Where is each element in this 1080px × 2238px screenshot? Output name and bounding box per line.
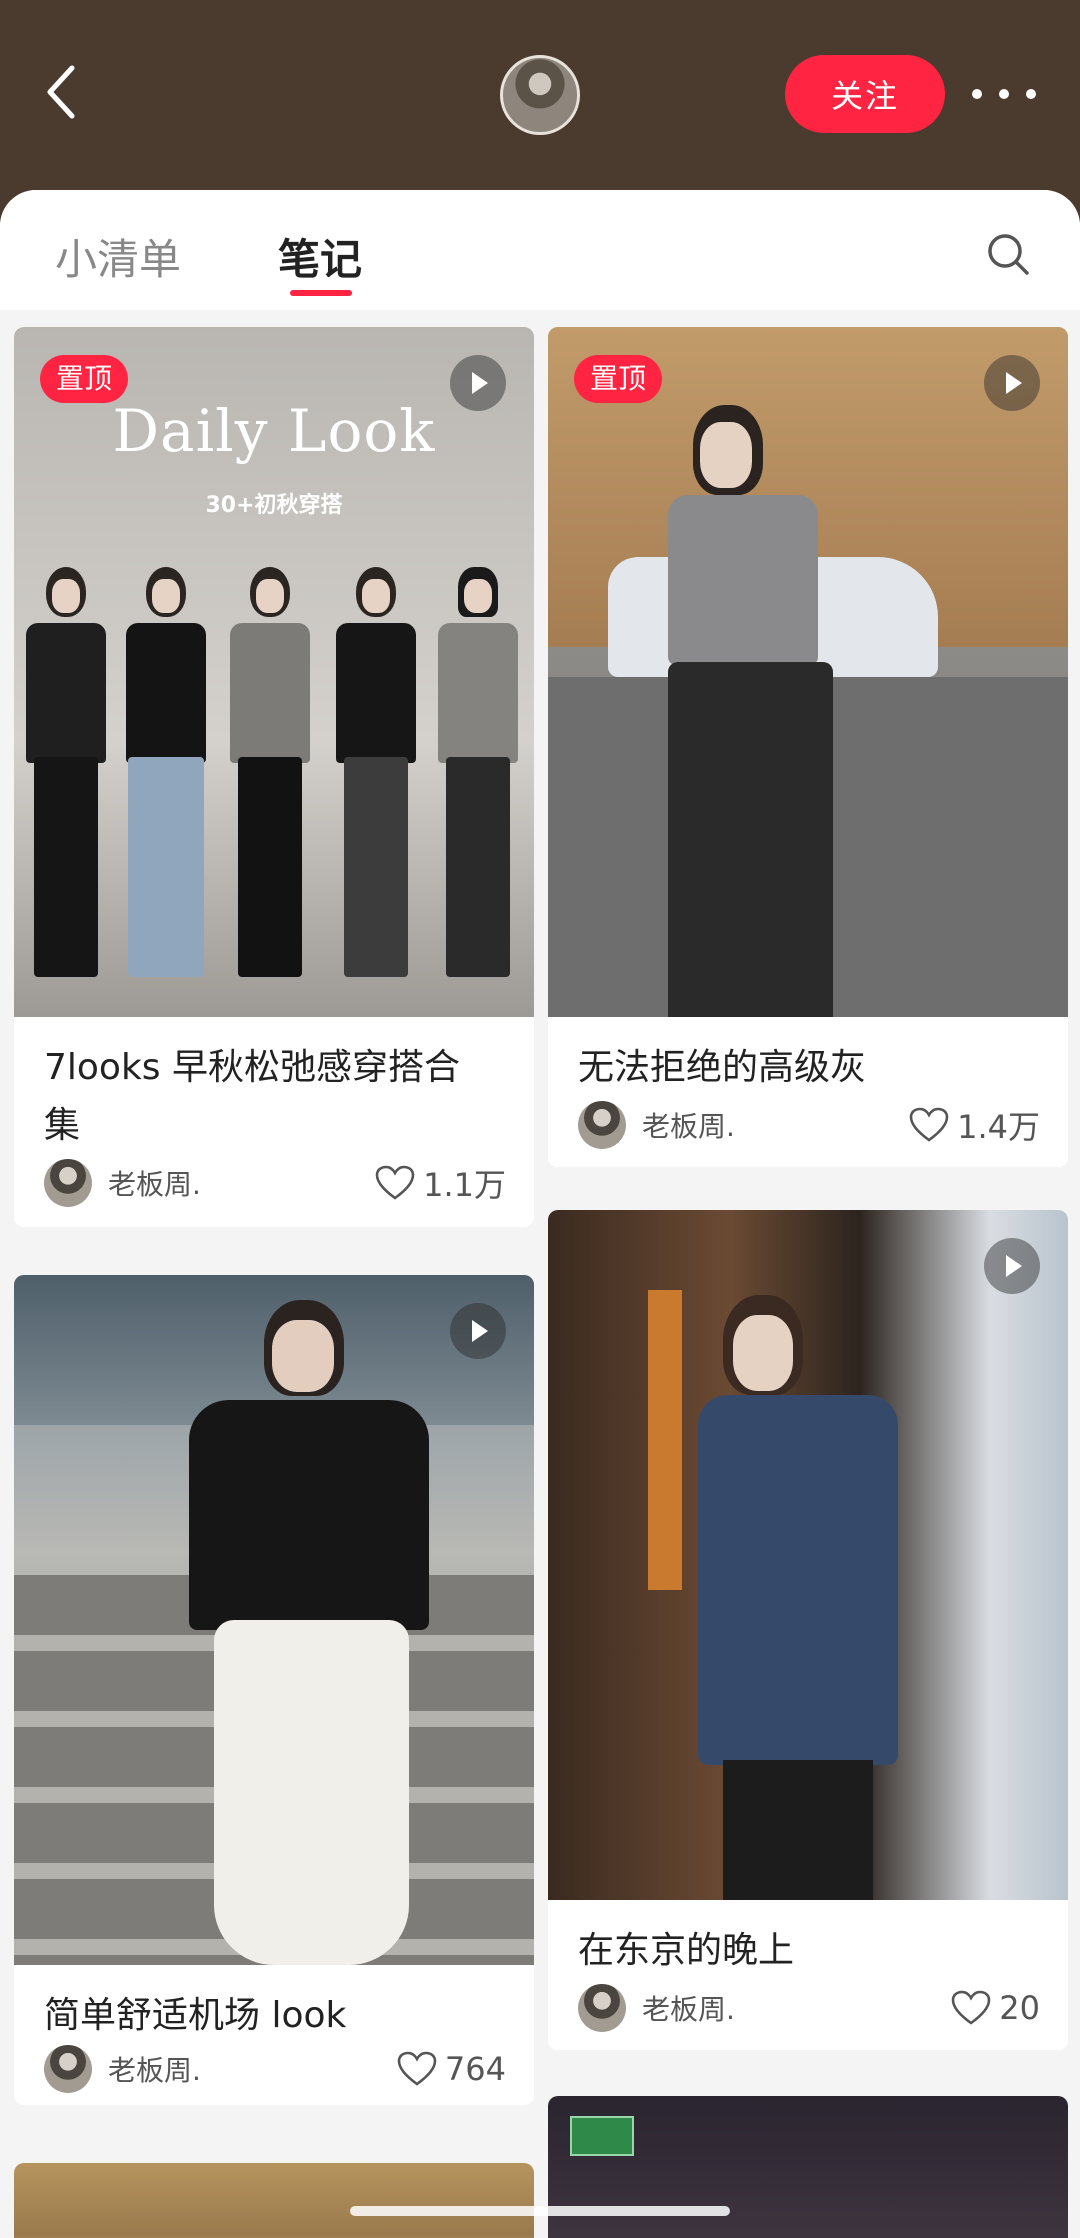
note-card[interactable]: Daily Look 30+初秋穿搭 置顶 7looks 早秋松弛感穿搭合 集 … <box>14 327 534 1227</box>
note-meta: 老板周. 1.1万 <box>44 1159 506 1207</box>
follow-button[interactable]: 关注 <box>785 55 945 133</box>
note-card[interactable]: 在东京的晚上 老板周. 20 <box>548 1210 1068 2050</box>
note-title: 无法拒绝的高级灰 <box>578 1047 867 1088</box>
back-arrow-icon[interactable] <box>40 62 90 122</box>
more-options-icon[interactable] <box>972 82 1036 106</box>
tab-bar: 小清单 笔记 <box>0 190 1080 310</box>
home-indicator <box>350 2206 730 2216</box>
author-avatar[interactable] <box>44 1159 92 1207</box>
content-panel: 小清单 笔记 Daily Look 30+初秋穿搭 置顶 7looks 早秋松弛… <box>0 190 1080 2238</box>
author-avatar[interactable] <box>44 2045 92 2093</box>
note-meta: 老板周. 20 <box>578 1984 1040 2032</box>
note-card[interactable]: 置顶 无法拒绝的高级灰 老板周. 1.4万 <box>548 327 1068 1167</box>
heart-icon[interactable] <box>375 1165 415 1201</box>
note-title: 简单舒适机场 look <box>44 1995 347 2036</box>
profile-avatar[interactable] <box>500 55 580 135</box>
tab-checklist[interactable]: 小清单 <box>55 226 181 287</box>
like-count: 1.4万 <box>957 1108 1040 1146</box>
outfit-figure <box>432 567 524 987</box>
heart-icon[interactable] <box>397 2051 437 2087</box>
video-play-icon <box>984 1238 1040 1294</box>
outfit-figure <box>120 567 212 987</box>
pinned-badge: 置顶 <box>40 355 129 403</box>
note-title: 7looks 早秋松弛感穿搭合 集 <box>44 1047 461 1146</box>
author-name[interactable]: 老板周. <box>108 1163 375 1203</box>
note-card[interactable] <box>548 2096 1068 2238</box>
note-card[interactable] <box>14 2163 534 2238</box>
pinned-badge: 置顶 <box>574 355 663 403</box>
search-icon[interactable] <box>986 232 1030 276</box>
note-cover-image[interactable] <box>548 1210 1068 1900</box>
author-avatar[interactable] <box>578 1984 626 2032</box>
like-count: 20 <box>999 1989 1040 2027</box>
author-name[interactable]: 老板周. <box>642 1105 909 1145</box>
author-name[interactable]: 老板周. <box>642 1988 951 2028</box>
heart-icon[interactable] <box>951 1990 991 2026</box>
heart-icon[interactable] <box>909 1107 949 1143</box>
note-cover-image[interactable]: 置顶 <box>548 327 1068 1017</box>
note-title: 在东京的晚上 <box>578 1930 795 1971</box>
author-name[interactable]: 老板周. <box>108 2049 397 2089</box>
video-play-icon <box>450 1303 506 1359</box>
outfit-figure <box>20 567 112 987</box>
video-play-icon <box>450 355 506 411</box>
note-card[interactable]: 简单舒适机场 look 老板周. 764 <box>14 1275 534 2105</box>
video-play-icon <box>984 355 1040 411</box>
like-count: 764 <box>444 2050 506 2088</box>
note-meta: 老板周. 764 <box>44 2045 506 2093</box>
tab-notes[interactable]: 笔记 <box>278 226 362 287</box>
cover-title: Daily Look <box>112 397 436 465</box>
note-cover-image[interactable] <box>14 1275 534 1965</box>
cover-subtitle: 30+初秋穿搭 <box>205 493 343 518</box>
top-bar: 关注 <box>0 0 1080 200</box>
outfit-figure <box>330 567 422 987</box>
author-avatar[interactable] <box>578 1101 626 1149</box>
like-count: 1.1万 <box>423 1166 506 1204</box>
active-tab-indicator <box>290 290 352 296</box>
note-meta: 老板周. 1.4万 <box>578 1101 1040 1149</box>
outfit-figure <box>224 567 316 987</box>
note-cover-image[interactable]: Daily Look 30+初秋穿搭 置顶 <box>14 327 534 1017</box>
